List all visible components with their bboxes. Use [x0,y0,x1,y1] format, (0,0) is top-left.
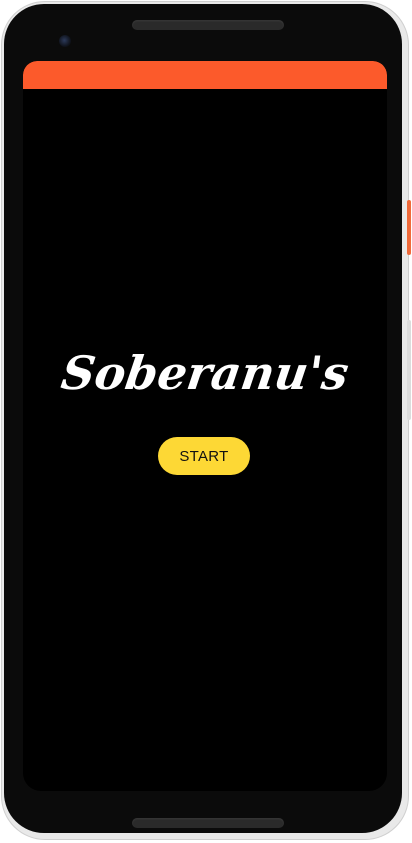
app-screen: Soberanu's START [23,61,387,791]
front-camera-icon [59,35,71,47]
speaker-grille-bottom-icon [132,818,284,828]
power-button[interactable] [407,200,411,255]
speaker-grille-icon [132,20,284,30]
app-bar [23,61,387,89]
volume-button[interactable] [407,320,411,420]
app-logo-text: Soberanu's [58,346,352,400]
start-button[interactable]: START [158,437,250,475]
